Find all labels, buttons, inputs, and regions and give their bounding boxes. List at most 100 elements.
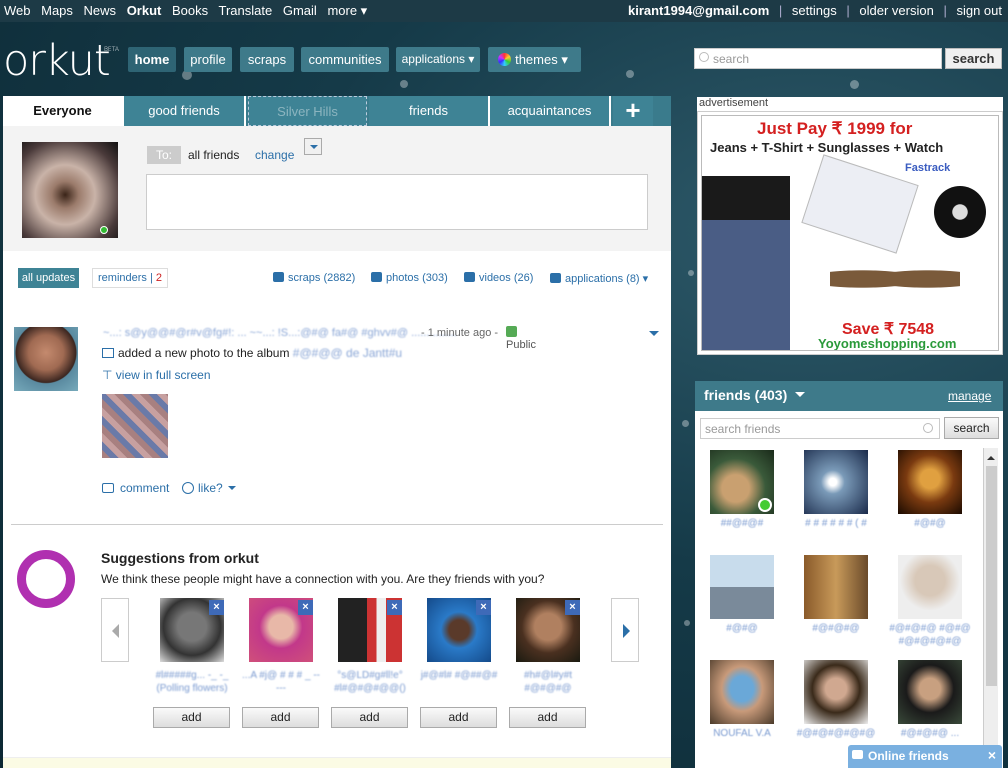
search-input[interactable]: search: [694, 48, 942, 69]
nav-scraps[interactable]: scraps: [240, 47, 294, 72]
nav-applications[interactable]: applications ▾: [396, 47, 480, 72]
friend-photo[interactable]: [898, 555, 962, 619]
suggestion-name[interactable]: #h#@l#y#t #@#@#@: [508, 669, 588, 695]
status-online-icon[interactable]: [100, 226, 108, 234]
friend-name[interactable]: #@#@#@: [791, 622, 881, 635]
post-photo-thumbnail[interactable]: [102, 394, 168, 458]
nav-home[interactable]: home: [128, 47, 176, 72]
friends-title[interactable]: friends (403): [704, 387, 787, 403]
gbar-link-settings[interactable]: settings: [792, 3, 837, 18]
status-update-input[interactable]: [146, 174, 648, 230]
post-visibility: Public: [506, 326, 536, 351]
tab-acquaintances[interactable]: acquaintances: [490, 96, 611, 126]
add-friend-button[interactable]: add: [420, 707, 497, 728]
post-action-label: added a new photo to the album: [118, 346, 293, 360]
gbar-link-orkut[interactable]: Orkut: [127, 3, 162, 18]
recipients-dropdown[interactable]: [304, 138, 322, 155]
post-options-chevron-icon[interactable]: [649, 331, 659, 341]
friend-name[interactable]: #@#@: [885, 517, 975, 530]
add-friend-button[interactable]: add: [509, 707, 586, 728]
gbar-link-maps[interactable]: Maps: [41, 3, 73, 18]
suggestion-name[interactable]: j#@#l# #@##@#: [419, 669, 499, 682]
filter-photos[interactable]: photos (303): [371, 272, 448, 284]
view-full-screen-link[interactable]: ⊤ view in full screen: [102, 368, 211, 382]
gbar-link-translate[interactable]: Translate: [219, 3, 273, 18]
ad-image[interactable]: Just Pay ₹ 1999 for Jeans + T-Shirt + Su…: [701, 115, 999, 351]
friend-name[interactable]: ##@#@#: [697, 517, 787, 530]
friends-search-input[interactable]: search friends: [700, 418, 940, 439]
friend-photo[interactable]: [804, 555, 868, 619]
friends-scrollbar[interactable]: [983, 448, 998, 768]
orkut-logo[interactable]: orkut BETA: [3, 36, 119, 86]
tab-everyone[interactable]: Everyone: [3, 96, 124, 126]
add-friend-button[interactable]: add: [153, 707, 230, 728]
suggestion-name[interactable]: °s@LD#g#ll!e° #l#@#@#@@(): [330, 669, 410, 695]
dismiss-close-icon[interactable]: ×: [298, 600, 313, 615]
chevron-down-icon[interactable]: [795, 392, 805, 402]
nav-applications-label: applications: [401, 52, 465, 66]
like-link[interactable]: like?: [182, 481, 236, 495]
friend-name[interactable]: # # # # # # ( #: [791, 517, 881, 530]
filter-reminders[interactable]: reminders | 2: [92, 268, 168, 288]
dismiss-close-icon[interactable]: ×: [565, 600, 580, 615]
dismiss-close-icon[interactable]: ×: [209, 600, 224, 615]
comment-link[interactable]: comment: [102, 481, 169, 495]
friend-photo[interactable]: [898, 660, 962, 724]
friend-name[interactable]: #@#@#@ ...: [885, 727, 975, 740]
nav-profile[interactable]: profile: [184, 47, 232, 72]
suggestion-name[interactable]: #l#####g... -_ -_ (Polling flowers): [152, 669, 232, 695]
gbar-link-web[interactable]: Web: [4, 3, 31, 18]
post-author-avatar[interactable]: [14, 327, 78, 391]
gbar-link-sign-out[interactable]: sign out: [956, 3, 1002, 18]
scroll-up-arrow-icon[interactable]: [987, 452, 995, 460]
add-tab-button[interactable]: +: [613, 96, 653, 126]
post-author-names[interactable]: ~...: s@y@@#@r#v@fg#!: ... ~~...: !S...:…: [103, 327, 457, 339]
ad-headline: Just Pay ₹ 1999 for: [757, 119, 913, 138]
friend-photo[interactable]: [898, 450, 962, 514]
filter-photos-label: photos (303): [386, 272, 448, 284]
tab-friends[interactable]: friends: [369, 96, 490, 126]
friend-photo[interactable]: [710, 660, 774, 724]
close-icon[interactable]: ×: [988, 744, 996, 766]
friend-photo[interactable]: [804, 450, 868, 514]
friends-search-button[interactable]: search: [944, 417, 999, 439]
add-friend-button[interactable]: add: [331, 707, 408, 728]
filter-videos[interactable]: videos (26): [464, 272, 533, 284]
dismiss-close-icon[interactable]: ×: [476, 600, 491, 615]
tab-silver-hills[interactable]: Silver Hills: [248, 96, 367, 126]
filter-scraps[interactable]: scraps (2882): [273, 272, 355, 284]
friend-photo[interactable]: [804, 660, 868, 724]
friend-name[interactable]: NOUFAL V.A: [697, 727, 787, 740]
gbar-link-more[interactable]: more ▾: [327, 3, 367, 18]
search-button[interactable]: search: [945, 48, 1002, 69]
dismiss-close-icon[interactable]: ×: [387, 600, 402, 615]
suggestion-name[interactable]: ...A #j@ # # # _ -----: [241, 669, 321, 695]
manage-friends-link[interactable]: manage: [948, 389, 991, 403]
avatar[interactable]: [22, 142, 118, 238]
advertisement-banner[interactable]: Just Pay ₹ 1999 for Jeans + T-Shirt + Su…: [697, 111, 1003, 355]
scrollbar-thumb[interactable]: [986, 466, 997, 686]
post-timestamp: - 1 minute ago -: [421, 327, 499, 339]
photo-icon: [102, 348, 114, 358]
gbar-link-gmail[interactable]: Gmail: [283, 3, 317, 18]
filter-applications[interactable]: applications (8) ▾: [550, 272, 648, 285]
nav-themes[interactable]: themes ▾: [488, 47, 581, 72]
nav-communities[interactable]: communities: [301, 47, 389, 72]
gbar-link-books[interactable]: Books: [172, 3, 208, 18]
friend-name[interactable]: #@#@: [697, 622, 787, 635]
post-album-link[interactable]: #@#@@ de Jantt#u: [293, 346, 402, 360]
filter-applications-label: applications (8): [565, 273, 640, 285]
change-recipients-link[interactable]: change: [255, 148, 294, 162]
tab-good-friends[interactable]: good friends: [124, 96, 246, 126]
suggestions-prev-button[interactable]: [101, 598, 129, 662]
chevron-down-icon: ▾: [561, 52, 568, 67]
friend-name[interactable]: #@#@#@#@#@: [791, 727, 881, 740]
friend-photo[interactable]: [710, 555, 774, 619]
filter-all-updates[interactable]: all updates: [18, 268, 79, 288]
suggestions-next-button[interactable]: [611, 598, 639, 662]
friend-name[interactable]: #@#@#@ #@#@ #@#@#@#@: [885, 622, 975, 648]
add-friend-button[interactable]: add: [242, 707, 319, 728]
online-friends-bar[interactable]: Online friends ×: [848, 745, 1002, 768]
gbar-link-older-version[interactable]: older version: [859, 3, 933, 18]
gbar-link-news[interactable]: News: [84, 3, 117, 18]
